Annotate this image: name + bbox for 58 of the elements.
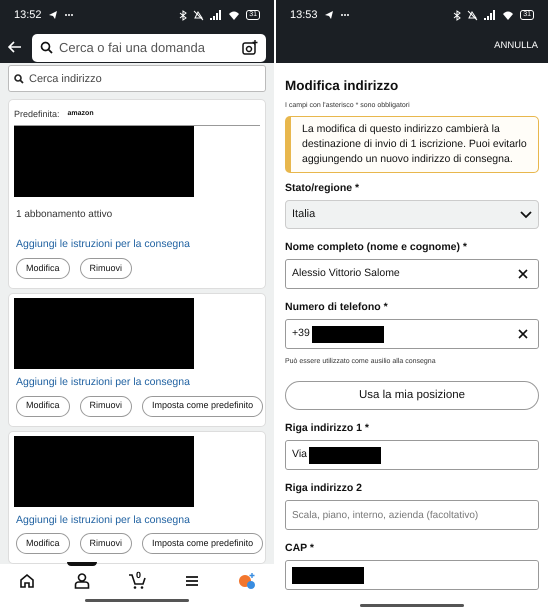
camera-icon[interactable] (242, 40, 258, 55)
status-time: 13:53 (290, 8, 318, 23)
default-label: Predefinita: (14, 108, 60, 121)
search-icon (14, 74, 24, 84)
card-button[interactable]: Imposta come predefinito (142, 396, 264, 416)
wifi-icon (502, 10, 514, 20)
clear-icon[interactable] (518, 329, 528, 339)
search-icon (40, 41, 53, 54)
home-icon[interactable] (18, 572, 36, 590)
cart-count: 0 (136, 569, 141, 582)
clear-icon[interactable] (518, 269, 528, 279)
field-label: Riga indirizzo 1 * (285, 422, 370, 435)
mute-icon (467, 10, 478, 20)
input-value: Alessio Vittorio Salome (292, 266, 400, 282)
input-field[interactable]: Via (285, 440, 539, 470)
wifi-icon (228, 10, 240, 20)
input-field[interactable]: +39 (285, 319, 539, 349)
input-field[interactable]: Scala, piano, interno, azienda (facoltativo) (285, 500, 539, 530)
input-field[interactable]: Alessio Vittorio Salome (285, 259, 539, 289)
cancel-button[interactable]: ANNULLA (494, 39, 538, 54)
card-button[interactable]: Rimuovi (80, 533, 132, 554)
field-label: Riga indirizzo 2 (285, 482, 364, 495)
field-label: Numero di telefono * (285, 301, 389, 314)
subscription-text: 1 abbonamento attivo (16, 208, 114, 222)
alert-message: La modifica di questo indirizzo cambierà la destinazione di invio di 1 iscrizione. Puoi evitarlo aggiungendo un nuovo indirizzo di consegna. (285, 116, 539, 173)
mute-icon (193, 10, 204, 20)
assistant-icon[interactable] (238, 572, 256, 590)
search-field[interactable]: Cerca o fai una domanda (32, 34, 266, 62)
account-icon[interactable] (73, 572, 92, 590)
more-icon (64, 13, 74, 17)
card-button[interactable]: Modifica (16, 258, 70, 279)
field-label: CAP * (285, 542, 315, 555)
signal-icon (484, 10, 496, 20)
more-icon (340, 13, 350, 17)
card-button[interactable]: Modifica (16, 396, 70, 416)
address-search-field[interactable]: Cerca indirizzo (8, 65, 266, 92)
location-button[interactable]: Usa la mia posizione (285, 381, 539, 410)
select-value: Italia (292, 207, 316, 222)
input-value: +39 (292, 326, 310, 342)
delivery-instructions-link[interactable]: Aggiungi le istruzioni per la consegna (16, 512, 260, 528)
chevron-down-icon (520, 210, 532, 218)
card-button[interactable]: Rimuovi (80, 396, 132, 416)
country-select[interactable]: Italia (285, 200, 539, 229)
delivery-instructions-link[interactable]: Aggiungi le istruzioni per la consegna (16, 237, 260, 253)
card-button[interactable]: Modifica (16, 533, 70, 554)
delivery-instructions-link[interactable]: Aggiungi le istruzioni per la consegna (16, 374, 260, 390)
status-time: 13:52 (14, 8, 42, 23)
input-field[interactable] (285, 560, 539, 590)
back-icon[interactable] (8, 40, 22, 52)
field-label: Stato/regione * (285, 182, 360, 195)
signal-icon (210, 10, 222, 20)
field-label: Nome completo (nome e cognome) * (285, 241, 468, 254)
input-value: Via (292, 447, 307, 462)
card-button[interactable]: Imposta come predefinito (142, 533, 264, 554)
card-button[interactable]: Rimuovi (80, 258, 132, 279)
page-title: Modifica indirizzo (285, 77, 400, 95)
bluetooth-icon (179, 10, 188, 20)
bluetooth-icon (453, 10, 462, 20)
